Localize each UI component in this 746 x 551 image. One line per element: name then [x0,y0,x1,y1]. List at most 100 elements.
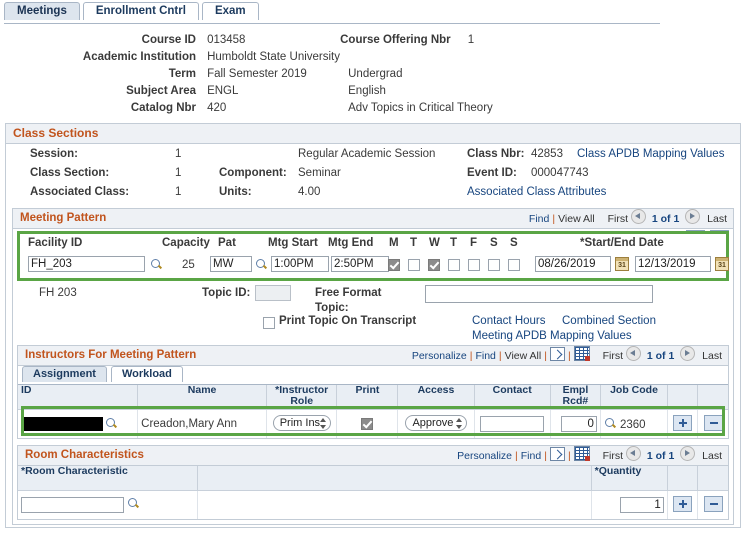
instructors-header: Instructors For Meeting Pattern Personal… [18,346,728,366]
session-descr: Regular Academic Session [298,148,436,160]
end-date-input[interactable] [635,256,711,272]
instructor-id-lookup-icon[interactable] [105,417,118,430]
col-name[interactable]: Name [137,385,268,410]
room-characteristics-prev-arrow-icon[interactable] [625,446,641,461]
day-header-mon: M [389,237,399,249]
day-checkbox-tue[interactable] [408,259,420,271]
subtab-assignment-label: Assignment [33,368,96,380]
tab-exam[interactable]: Exam [201,2,259,20]
instructor-delete-row-button[interactable] [703,414,723,431]
tab-meetings[interactable]: Meetings [4,2,80,20]
col-print[interactable]: Print [336,385,399,410]
combined-section-link[interactable]: Combined Section [562,315,656,327]
class-sections-group: Class Sections Session: 1 Regular Academ… [5,123,741,528]
meeting-pattern-last-label[interactable]: Last [707,213,727,225]
table-row: Creadon,Mary Ann Prim Ins Approve 0 2360 [18,409,728,438]
day-checkbox-sat[interactable] [488,259,500,271]
term-career-value: Undergrad [348,68,403,80]
room-characteristics-popup-window-icon[interactable] [549,447,565,461]
contact-hours-link[interactable]: Contact Hours [472,315,546,327]
associated-class-attributes-link[interactable]: Associated Class Attributes [467,186,606,198]
pat-lookup-icon[interactable] [255,258,268,271]
col-empl-rcd[interactable]: Empl Rcd# [550,385,601,410]
access-select[interactable]: Approve [404,414,467,431]
col-contact[interactable]: Contact [474,385,551,410]
room-characteristic-lookup-icon[interactable] [127,497,140,510]
col-job-code[interactable]: Job Code [600,385,669,410]
room-characteristic-delete-row-button[interactable] [703,495,723,512]
free-format-topic-label-line2: Topic: [315,302,349,314]
room-characteristics-next-arrow-icon[interactable] [680,446,696,461]
instructor-add-row-button[interactable] [673,414,693,431]
catalog-nbr-label: Catalog Nbr [130,102,196,114]
day-checkbox-mon[interactable] [388,259,400,271]
course-offering-nbr-value: 1 [467,34,475,46]
print-topic-on-transcript-checkbox[interactable] [263,317,275,329]
instructor-role-select[interactable]: Prim Ins [272,414,331,431]
instructors-personalize-link[interactable]: Personalize [412,350,467,362]
component-value: Seminar [298,167,341,179]
tab-enrollment-cntrl[interactable]: Enrollment Cntrl [82,2,199,20]
col-id[interactable]: ID [18,385,139,410]
instructors-first-label[interactable]: First [603,350,623,362]
room-characteristics-find-link[interactable]: Find [521,450,541,462]
pat-input[interactable] [210,256,252,272]
day-header-fri: F [470,237,478,249]
start-date-calendar-icon[interactable]: 31 [615,257,629,271]
table-row [18,490,728,519]
instructors-popup-window-icon[interactable] [549,347,565,361]
day-checkbox-sun[interactable] [508,259,520,271]
meeting-apdb-mapping-values-link[interactable]: Meeting APDB Mapping Values [472,330,632,342]
subject-area-descr: English [348,85,386,97]
subtab-assignment[interactable]: Assignment [22,366,107,382]
subject-area-value: ENGL [207,85,239,97]
meeting-pattern-view-all-link[interactable]: View All [558,213,595,225]
room-characteristics-personalize-link[interactable]: Personalize [457,450,512,462]
meeting-pattern-first-label[interactable]: First [608,213,628,225]
instructors-prev-arrow-icon[interactable] [625,346,641,361]
instructors-grid-wrap: ID Name *Instructor Role Print Access Co… [18,385,728,438]
end-date-calendar-icon[interactable]: 31 [715,257,729,271]
instructors-next-arrow-icon[interactable] [680,346,696,361]
day-checkbox-wed[interactable] [428,259,440,271]
facility-id-input[interactable] [28,256,145,272]
topic-id-input[interactable] [255,285,291,301]
subtab-workload[interactable]: Workload [110,366,183,382]
units-label: Units: [219,186,252,198]
col-access[interactable]: Access [397,385,475,410]
meeting-pattern-prev-arrow-icon[interactable] [630,209,646,224]
room-characteristic-add-row-button[interactable] [673,495,693,512]
event-id-value: 000047743 [531,167,589,179]
instructors-download-grid-icon[interactable] [573,346,590,361]
course-offering-nbr-label: Course Offering Nbr [340,34,451,46]
instructors-view-all-link[interactable]: View All [505,350,542,362]
room-characteristics-first-label[interactable]: First [603,450,623,462]
meeting-pattern-find-link[interactable]: Find [529,213,549,225]
mtg-end-input[interactable] [331,256,389,272]
class-apdb-mapping-values-link[interactable]: Class APDB Mapping Values [577,148,724,160]
instructor-id-redacted-value [21,417,103,431]
col-quantity[interactable]: *Quantity [591,466,668,491]
job-code-lookup-icon[interactable] [604,417,617,430]
day-checkbox-fri[interactable] [468,259,480,271]
empl-rcd-input[interactable] [560,416,597,432]
day-checkbox-thu[interactable] [448,259,460,271]
mtg-start-input[interactable] [271,256,329,272]
instructors-find-link[interactable]: Find [475,350,495,362]
col-instructor-role[interactable]: *Instructor Role [266,385,338,410]
contact-input[interactable] [480,416,545,432]
room-characteristics-download-grid-icon[interactable] [573,446,590,461]
room-characteristic-input[interactable] [21,497,124,513]
facility-id-lookup-icon[interactable] [150,258,163,271]
start-date-input[interactable] [535,256,611,272]
term-label: Term [168,68,196,80]
free-format-topic-input[interactable] [425,285,653,303]
meeting-pattern-next-arrow-icon[interactable] [685,209,701,224]
col-room-characteristic[interactable]: *Room Characteristic [18,466,199,491]
meeting-pattern-topic-row: FH 203 Topic ID: Free Format Topic: Prin… [17,283,729,342]
instructors-last-label[interactable]: Last [702,350,722,362]
room-characteristics-last-label[interactable]: Last [702,450,722,462]
print-checkbox[interactable] [361,417,374,430]
quantity-input[interactable] [619,497,664,513]
cell-quantity [591,490,668,519]
